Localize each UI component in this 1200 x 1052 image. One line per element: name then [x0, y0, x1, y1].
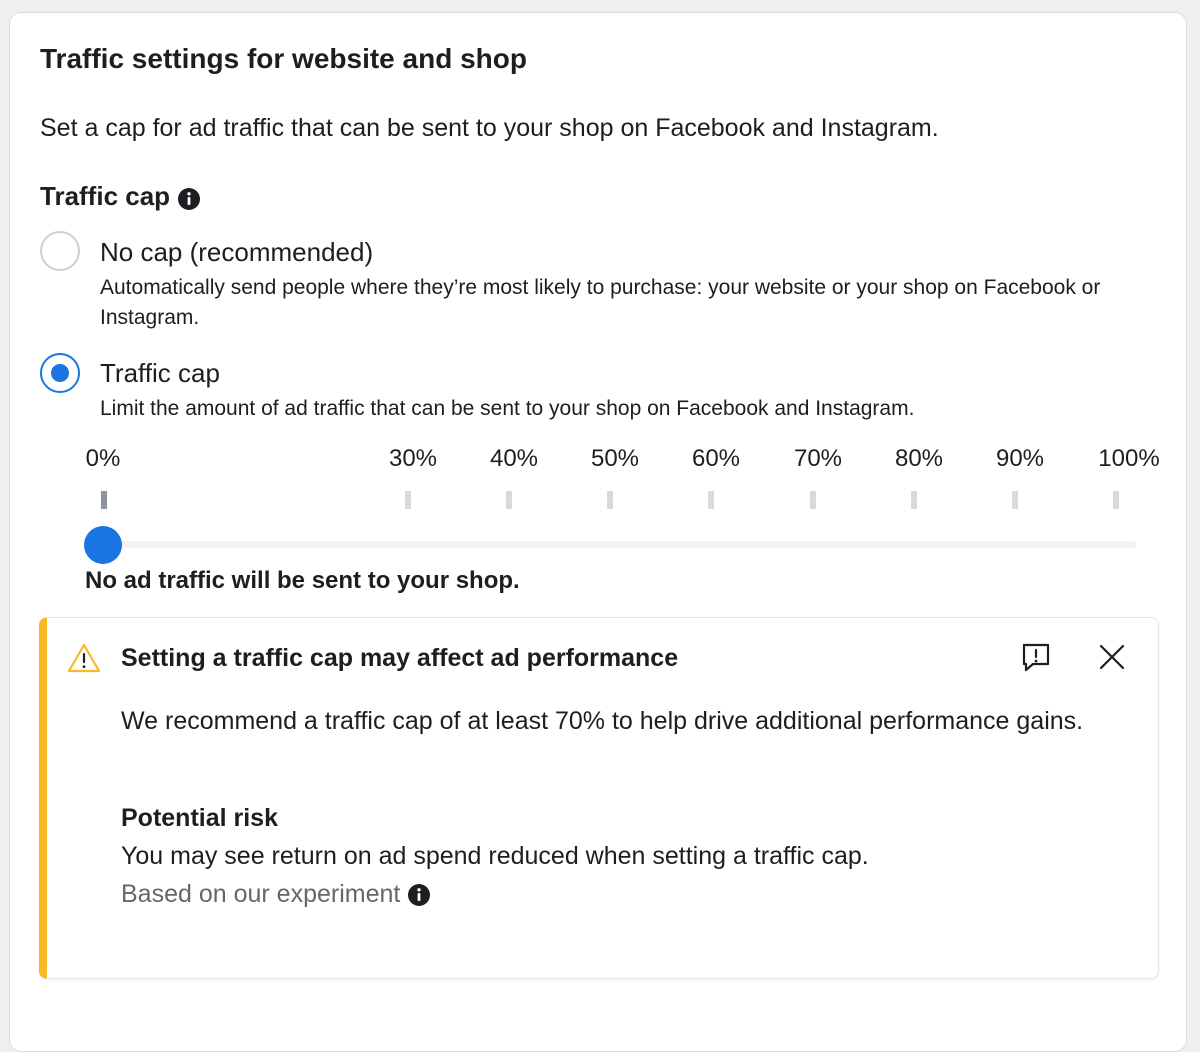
panel-description: Set a cap for ad traffic that can be sen… — [40, 114, 939, 142]
slider-tick — [101, 491, 107, 509]
warning-triangle-icon — [67, 642, 101, 679]
slider-tick — [1012, 491, 1018, 509]
slider-tick — [506, 491, 512, 509]
radio-button[interactable] — [40, 231, 80, 271]
slider-tick — [405, 491, 411, 509]
slider-tick — [607, 491, 613, 509]
tick-label: 100% — [1098, 445, 1160, 472]
tick-label: 90% — [995, 445, 1045, 472]
option-traffic-cap-description: Limit the amount of ad traffic that can … — [100, 397, 915, 420]
risk-source-label: Based on our experiment — [121, 880, 401, 908]
option-no-cap-description: Automatically send people where they’re … — [100, 276, 1101, 329]
slider-tick — [708, 491, 714, 509]
radio-button-selected[interactable] — [40, 353, 80, 393]
slider-tick — [1113, 491, 1119, 509]
traffic-settings-panel: Traffic settings for website and shop Se… — [9, 12, 1187, 1052]
tick-label: 80% — [894, 445, 944, 472]
radio-no-cap[interactable] — [40, 231, 80, 271]
tick-label: 50% — [590, 445, 640, 472]
risk-title: Potential risk — [121, 804, 278, 832]
slider-tick — [911, 491, 917, 509]
slider-tick — [810, 491, 816, 509]
info-icon[interactable] — [408, 883, 431, 906]
alert-title: Setting a traffic cap may affect ad perf… — [121, 644, 679, 672]
tick-label: 30% — [388, 445, 438, 472]
panel-title: Traffic settings for website and shop — [40, 43, 527, 74]
info-icon[interactable] — [178, 186, 201, 210]
tick-label: 70% — [793, 445, 843, 472]
warning-alert: Setting a traffic cap may affect ad perf… — [39, 617, 1159, 979]
tick-label: 0% — [85, 445, 121, 472]
risk-text: You may see return on ad spend reduced w… — [121, 842, 869, 870]
radio-traffic-cap[interactable] — [40, 353, 80, 393]
close-icon[interactable] — [1095, 640, 1129, 674]
slider-message: No ad traffic will be sent to your shop. — [85, 567, 520, 594]
slider-track[interactable] — [104, 541, 1136, 548]
traffic-cap-label: Traffic cap — [40, 181, 171, 211]
alert-body: We recommend a traffic cap of at least 7… — [121, 707, 1084, 735]
slider-thumb[interactable] — [84, 526, 122, 564]
feedback-icon[interactable] — [1019, 640, 1053, 674]
tick-label: 60% — [691, 445, 741, 472]
risk-source: Based on our experiment — [121, 880, 431, 909]
traffic-cap-heading: Traffic cap — [40, 181, 201, 212]
tick-label: 40% — [489, 445, 539, 472]
option-no-cap-title[interactable]: No cap (recommended) — [100, 237, 373, 268]
option-traffic-cap-title[interactable]: Traffic cap — [100, 358, 220, 389]
